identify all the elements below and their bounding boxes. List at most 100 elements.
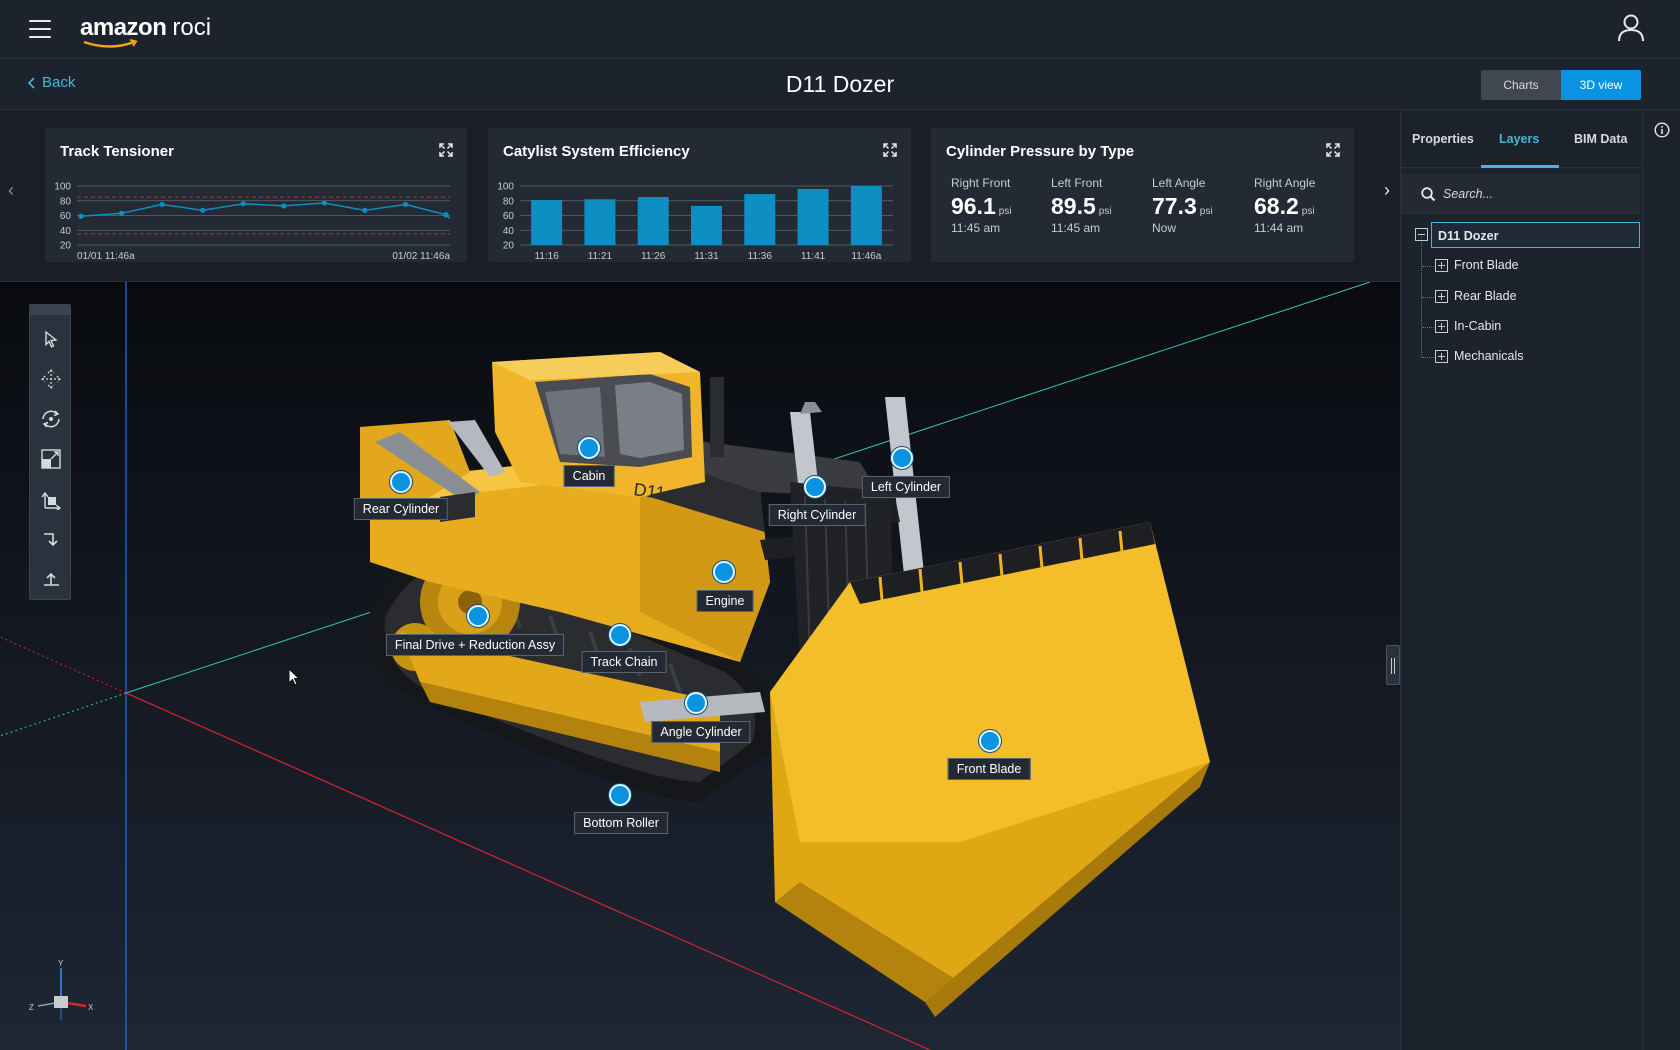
hotspot-label-right-cylinder[interactable]: Right Cylinder [768,504,866,526]
x-tick-label: 11:16 [534,251,559,262]
x-tick-label: 01/02 11:46a [392,251,450,262]
metric-label: Left Front [1051,176,1103,190]
scale-tool-icon[interactable] [37,445,65,473]
hotspot-right-cylinder[interactable] [804,476,826,498]
data-point [118,210,125,216]
tab-bim-data[interactable]: BIM Data [1574,132,1627,146]
bar [691,205,722,245]
strip-scroll-left-icon[interactable]: ‹ [0,180,22,210]
logo-brand: amazon [80,14,167,41]
metric-time: Now [1152,221,1177,235]
tree-connector [1422,266,1434,267]
hotspot-front-blade[interactable] [979,730,1001,752]
search-icon [1421,187,1436,202]
3d-view-button[interactable]: 3D view [1561,70,1641,100]
metric-right-angle: Right Angle 68.2 psi 11:44 am [1254,176,1315,235]
expand-node-icon[interactable] [1435,259,1448,272]
axis-gizmo[interactable]: Y X Z [26,960,96,1024]
hamburger-menu-icon[interactable] [29,20,51,38]
metric-value: 68.2 psi [1254,193,1315,219]
data-point [281,203,287,209]
search-input[interactable] [1443,184,1623,204]
view-toggle: Charts 3D view [1481,70,1641,100]
expand-node-icon[interactable] [1435,290,1448,303]
metric-time: 11:45 am [951,221,1001,235]
hotspot-label-bottom-roller[interactable]: Bottom Roller [574,812,668,834]
tree-item-front-blade[interactable]: Front Blade [1454,252,1519,278]
metric-left-angle: Left Angle 77.3 psi Now [1152,176,1213,235]
expand-node-icon[interactable] [1435,350,1448,363]
y-tick-label: 40 [503,226,515,237]
x-tick-label: 11:21 [588,251,613,262]
hotspot-bottom-roller[interactable] [609,784,631,806]
hotspot-label-final-drive[interactable]: Final Drive + Reduction Assy [385,634,565,656]
hotspot-left-cylinder[interactable] [891,447,913,469]
hotspot-final-drive[interactable] [467,605,489,627]
y-tick-label: 80 [503,196,515,207]
hotspot-cabin[interactable] [578,437,600,459]
app-logo[interactable]: amazon roci [80,14,211,48]
metric-left-front: Left Front 89.5 psi 11:45 am [1051,176,1112,235]
series-line [80,202,451,220]
hotspot-track-chain[interactable] [609,624,631,646]
x-tick-label: 11:41 [801,251,826,262]
metric-right-front: Right Front 96.1 psi 11:45 am [951,176,1012,235]
orbit-tool-icon[interactable] [37,405,65,433]
info-sidebar [1642,110,1680,1050]
tree-item-mechanicals[interactable]: Mechanicals [1454,343,1523,369]
hotspot-angle-cylinder[interactable] [685,692,707,714]
data-point [240,201,246,207]
strip-scroll-right-icon[interactable]: › [1376,180,1398,210]
tree-item-in-cabin[interactable]: In-Cabin [1454,313,1501,339]
panel-tabs: Properties Layers BIM Data [1401,110,1643,168]
hotspot-label-front-blade[interactable]: Front Blade [947,758,1031,780]
bar [637,197,669,245]
z-axis-negative-line [0,636,127,694]
layer-search [1401,174,1640,214]
data-point [362,207,368,213]
tab-properties[interactable]: Properties [1412,132,1474,146]
metric-time: 11:44 am [1254,221,1304,235]
step-up-icon[interactable] [37,565,65,593]
charts-view-button[interactable]: Charts [1481,70,1561,100]
step-down-icon[interactable] [37,525,65,553]
pan-tool-icon[interactable] [37,365,65,393]
x-axis-negative-line [0,692,127,737]
transform-tool-icon[interactable] [37,485,65,513]
bar [584,199,616,245]
y-tick-label: 60 [503,211,515,222]
collapse-icon[interactable] [1415,228,1428,241]
3d-viewport[interactable]: D11 Cabin Rear Cylinder Right Cylinder L… [0,282,1400,1050]
data-point [200,207,206,213]
hotspot-label-angle-cylinder[interactable]: Angle Cylinder [651,721,751,743]
hotspot-label-rear-cylinder[interactable]: Rear Cylinder [353,498,449,520]
hotspot-label-engine[interactable]: Engine [696,590,754,612]
metric-value: 77.3 psi [1152,193,1213,219]
tree-item-rear-blade[interactable]: Rear Blade [1454,283,1517,309]
select-tool-icon[interactable] [37,325,65,353]
hotspot-engine[interactable] [713,561,735,583]
hotspot-label-left-cylinder[interactable]: Left Cylinder [861,476,951,498]
scene-canvas: D11 [0,282,1371,1050]
tree-item-d11-dozer[interactable]: D11 Dozer [1431,222,1640,248]
x-tick-label: 11:36 [748,251,773,262]
axis-y-label: Y [58,960,64,968]
expand-icon[interactable] [1326,143,1340,157]
user-profile-icon[interactable] [1616,13,1646,43]
hotspot-rear-cylinder[interactable] [390,471,412,493]
tab-layers[interactable]: Layers [1499,132,1539,146]
catalyst-efficiency-bar-chart: 100 80 60 40 20 11:16 11:21 11:26 11:31 11:36 11:4… [497,182,893,262]
metric-label: Right Front [951,176,1011,190]
logo-product: roci [172,14,212,41]
hotspot-label-track-chain[interactable]: Track Chain [581,651,667,673]
panel-resize-handle[interactable] [1386,645,1400,685]
x-tick-label: 11:26 [641,251,666,262]
y-tick-label: 100 [54,182,71,193]
toolbar-drag-handle[interactable] [30,305,70,315]
card-title: Cylinder Pressure by Type [946,143,1135,160]
hotspot-label-cabin[interactable]: Cabin [563,465,615,487]
expand-node-icon[interactable] [1435,320,1448,333]
catalyst-efficiency-card: Catylist System Efficiency 100 80 60 40 20 11… [488,128,911,262]
metric-label: Right Angle [1254,176,1316,190]
info-icon[interactable] [1654,122,1670,138]
